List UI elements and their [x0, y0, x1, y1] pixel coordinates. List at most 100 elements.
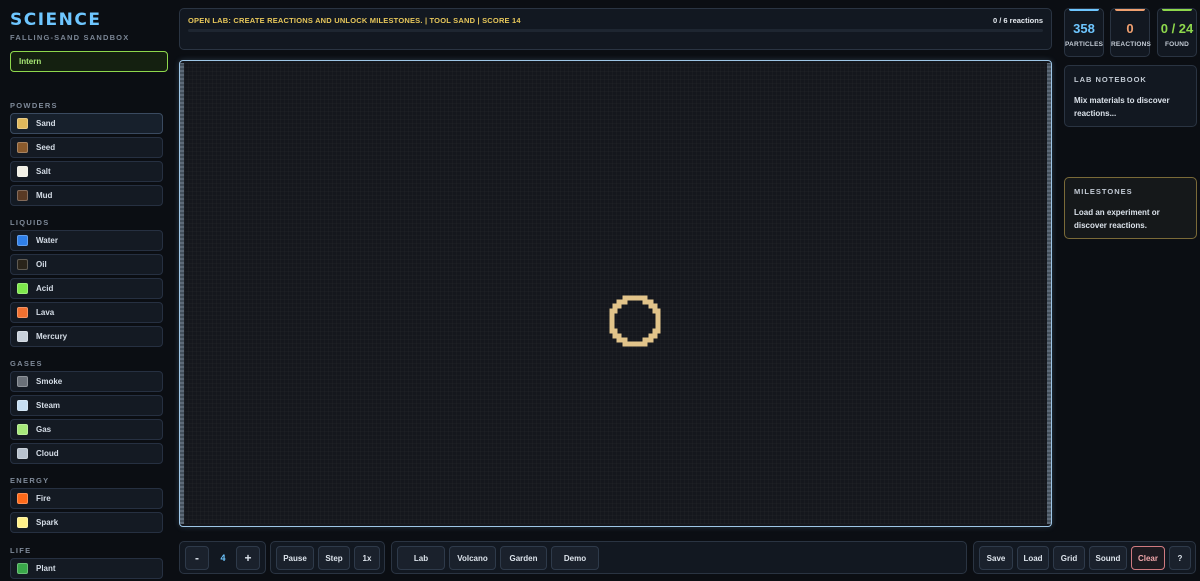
material-label: Oil: [36, 260, 47, 269]
reactions-label: REACTIONS: [1111, 41, 1152, 48]
rank-badge[interactable]: Intern: [10, 51, 168, 72]
material-steam-button[interactable]: Steam: [10, 395, 163, 416]
sandbox-canvas[interactable]: [179, 60, 1052, 527]
material-smoke-button[interactable]: Smoke: [10, 371, 163, 392]
save-button[interactable]: Save: [979, 546, 1013, 570]
material-plant-button[interactable]: Plant: [10, 558, 163, 579]
material-label: Fire: [36, 494, 51, 503]
reactions-stat: 0 REACTIONS: [1110, 8, 1152, 57]
sidebar: SCIENCE FALLING-SAND SANDBOX Intern POWD…: [0, 0, 172, 581]
clear-button[interactable]: Clear: [1131, 546, 1165, 570]
grid-toggle-button[interactable]: Grid: [1053, 546, 1085, 570]
seed-swatch-icon: [17, 142, 28, 153]
material-spark-button[interactable]: Spark: [10, 512, 163, 533]
spark-swatch-icon: [17, 517, 28, 528]
category-life: LIFE: [10, 546, 32, 555]
gas-swatch-icon: [17, 424, 28, 435]
material-label: Steam: [36, 401, 61, 410]
reactions-stat-accent: [1115, 9, 1145, 11]
material-label: Mercury: [36, 332, 68, 341]
speed-button[interactable]: 1x: [354, 546, 380, 570]
lab-notebook-panel: LAB NOTEBOOK Mix materials to discover r…: [1064, 65, 1197, 127]
material-sand-button[interactable]: Sand: [10, 113, 163, 134]
load-button[interactable]: Load: [1017, 546, 1049, 570]
category-liquids: LIQUIDS: [10, 218, 50, 227]
mud-swatch-icon: [17, 190, 28, 201]
material-label: Plant: [36, 564, 56, 573]
material-lava-button[interactable]: Lava: [10, 302, 163, 323]
fire-swatch-icon: [17, 493, 28, 504]
material-salt-button[interactable]: Salt: [10, 161, 163, 182]
category-energy: ENERGY: [10, 476, 50, 485]
pause-button[interactable]: Pause: [276, 546, 314, 570]
brush-cursor-icon: [609, 295, 661, 347]
reactions-progress-bar: [188, 29, 1043, 32]
plant-swatch-icon: [17, 563, 28, 574]
garden-preset-button[interactable]: Garden: [500, 546, 547, 570]
material-label: Gas: [36, 425, 52, 434]
material-label: Cloud: [36, 449, 59, 458]
found-stat: 0 / 24 FOUND: [1157, 8, 1197, 57]
brush-size-value: 4: [220, 553, 226, 563]
material-label: Water: [36, 236, 58, 245]
sound-toggle-button[interactable]: Sound: [1089, 546, 1127, 570]
smoke-swatch-icon: [17, 376, 28, 387]
material-label: Smoke: [36, 377, 63, 386]
help-button[interactable]: ?: [1169, 546, 1191, 570]
cloud-swatch-icon: [17, 448, 28, 459]
material-label: Mud: [36, 191, 53, 200]
steam-swatch-icon: [17, 400, 28, 411]
oil-swatch-icon: [17, 259, 28, 270]
particles-stat: 358 PARTICLES: [1064, 8, 1104, 57]
particles-value: 358: [1073, 21, 1095, 36]
material-gas-button[interactable]: Gas: [10, 419, 163, 440]
material-mud-button[interactable]: Mud: [10, 185, 163, 206]
status-bar: OPEN LAB: CREATE REACTIONS AND UNLOCK MI…: [179, 8, 1052, 50]
brush-plus-button[interactable]: +: [236, 546, 260, 570]
material-label: Sand: [36, 119, 56, 128]
material-label: Lava: [36, 308, 55, 317]
lava-swatch-icon: [17, 307, 28, 318]
lab-notebook-body: Mix materials to discover reactions...: [1074, 96, 1170, 118]
material-label: Salt: [36, 167, 51, 176]
material-mercury-button[interactable]: Mercury: [10, 326, 163, 347]
status-message: OPEN LAB: CREATE REACTIONS AND UNLOCK MI…: [188, 16, 521, 25]
brush-size-group: - 4 +: [179, 541, 266, 574]
material-acid-button[interactable]: Acid: [10, 278, 163, 299]
material-label: Spark: [36, 518, 59, 527]
water-swatch-icon: [17, 235, 28, 246]
found-value: 0 / 24: [1160, 21, 1194, 36]
category-gases: GASES: [10, 359, 43, 368]
salt-swatch-icon: [17, 166, 28, 177]
reactions-progress-count: 0 / 6 reactions: [992, 16, 1043, 25]
material-cloud-button[interactable]: Cloud: [10, 443, 163, 464]
found-stat-accent: [1162, 9, 1192, 11]
step-button[interactable]: Step: [318, 546, 350, 570]
found-label: FOUND: [1164, 41, 1190, 48]
sand-swatch-icon: [17, 118, 28, 129]
milestones-panel: MILESTONES Load an experiment or discove…: [1064, 177, 1197, 239]
material-label: Acid: [36, 284, 54, 293]
particles-label: PARTICLES: [1065, 41, 1104, 48]
reactions-value: 0: [1126, 21, 1134, 36]
volcano-preset-button[interactable]: Volcano: [449, 546, 496, 570]
material-oil-button[interactable]: Oil: [10, 254, 163, 275]
canvas-grid[interactable]: [184, 63, 1047, 524]
app-subtitle: FALLING-SAND SANDBOX: [10, 33, 130, 42]
material-fire-button[interactable]: Fire: [10, 488, 163, 509]
demo-preset-button[interactable]: Demo: [551, 546, 599, 570]
brand: SCIENCE FALLING-SAND SANDBOX: [10, 10, 129, 42]
material-water-button[interactable]: Water: [10, 230, 163, 251]
file-controls-group: Save Load Grid Sound Clear ?: [973, 541, 1196, 574]
brush-minus-button[interactable]: -: [185, 546, 209, 570]
experiments-group: Lab Volcano Garden Demo: [391, 541, 967, 574]
milestones-title: MILESTONES: [1074, 187, 1133, 196]
acid-swatch-icon: [17, 283, 28, 294]
material-seed-button[interactable]: Seed: [10, 137, 163, 158]
app-title: SCIENCE: [10, 10, 102, 30]
milestones-body: Load an experiment or discover reactions…: [1074, 208, 1160, 230]
simulation-controls-group: Pause Step 1x: [270, 541, 385, 574]
mercury-swatch-icon: [17, 331, 28, 342]
lab-preset-button[interactable]: Lab: [397, 546, 445, 570]
material-label: Seed: [36, 143, 56, 152]
